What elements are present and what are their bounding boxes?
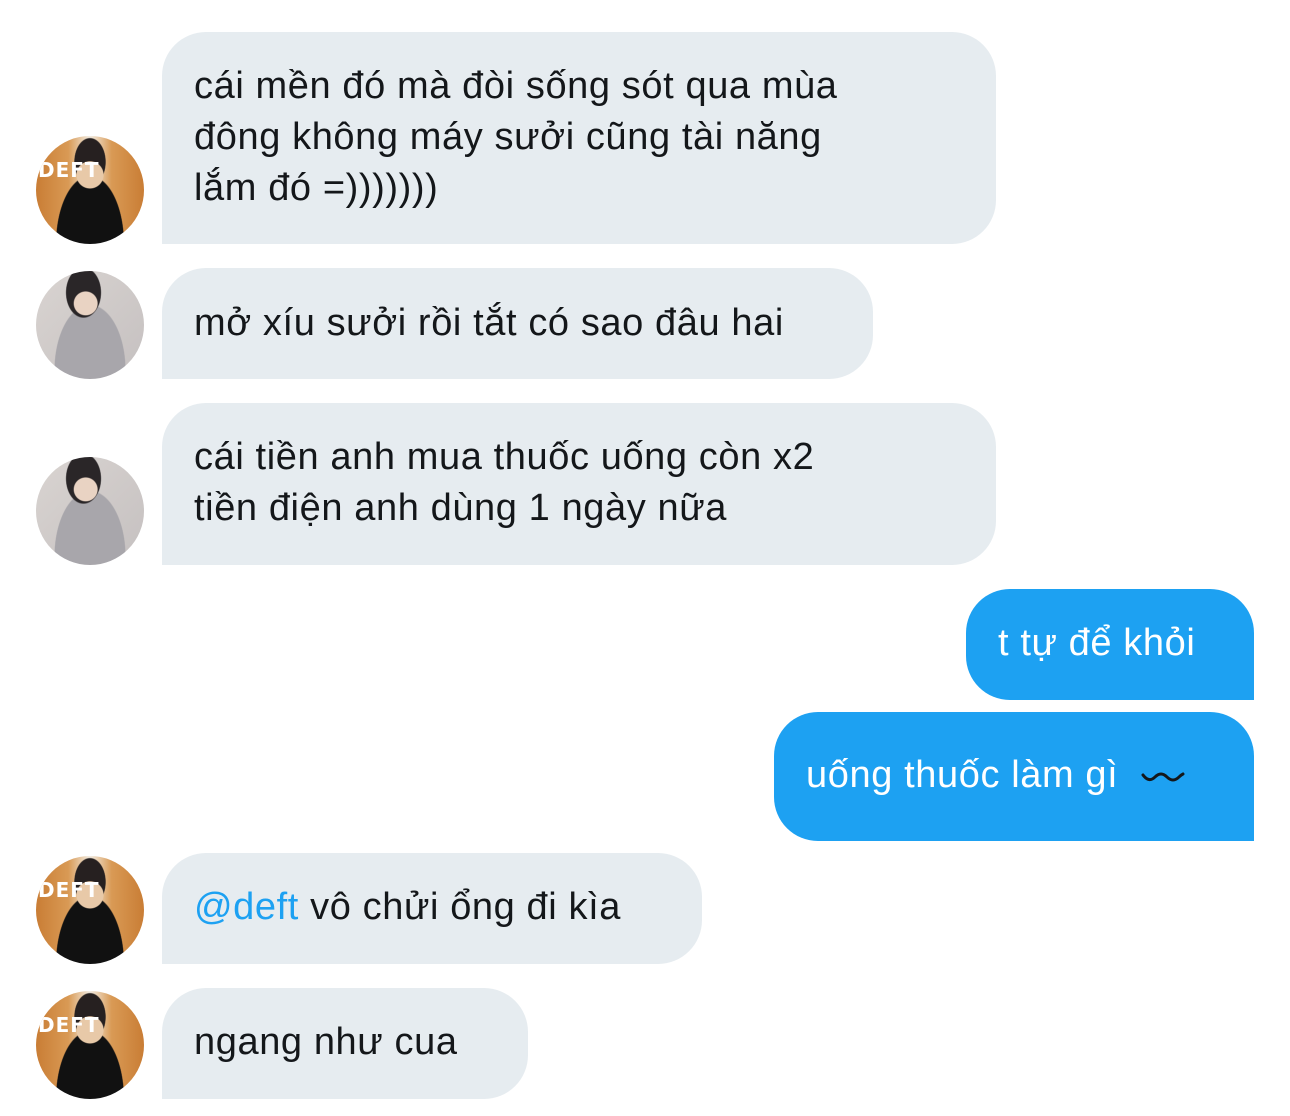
avatar[interactable]: DEFT [36,991,144,1099]
message-text: uống thuốc làm gì [806,754,1119,796]
message-text: tiền điện anh dùng 1 ngày nữa [194,487,728,529]
incoming-message-bubble[interactable]: mở xíu sưởi rồi tắt có sao đâu hai [162,268,873,379]
message-text: lắm đó =))))))) [194,167,439,209]
message-text: cái mền đó mà đòi sống sót qua mùa [194,65,838,107]
avatar[interactable] [36,271,144,379]
user-mention-link[interactable]: @deft [194,886,299,928]
avatar-logo-text: DEFT [38,158,100,182]
outgoing-message-bubble[interactable]: t tự để khỏi [966,589,1254,700]
avatar[interactable] [36,457,144,565]
message-text: vô chửi ổng đi kìa [298,886,621,928]
outgoing-message-bubble[interactable]: uống thuốc làm gì [774,712,1254,841]
incoming-message-bubble[interactable]: @deft vô chửi ổng đi kìa [162,853,702,964]
avatar-logo-text: DEFT [38,1013,100,1037]
message-text: mở xíu sưởi rồi tắt có sao đâu hai [194,302,784,344]
message-text: t tự để khỏi [998,622,1196,664]
incoming-message-bubble[interactable]: ngang như cua [162,988,528,1099]
avatar[interactable]: DEFT [36,136,144,244]
message-text: đông không máy sưởi cũng tài năng [194,116,822,158]
incoming-message-bubble[interactable]: cái mền đó mà đòi sống sót qua mùa đông … [162,32,996,244]
wavy-line-icon [1141,772,1185,782]
message-text: ngang như cua [194,1021,458,1063]
avatar-logo-text: DEFT [38,878,100,902]
avatar[interactable]: DEFT [36,856,144,964]
incoming-message-bubble[interactable]: cái tiền anh mua thuốc uống còn x2 tiền … [162,403,996,565]
message-text: cái tiền anh mua thuốc uống còn x2 [194,436,815,478]
